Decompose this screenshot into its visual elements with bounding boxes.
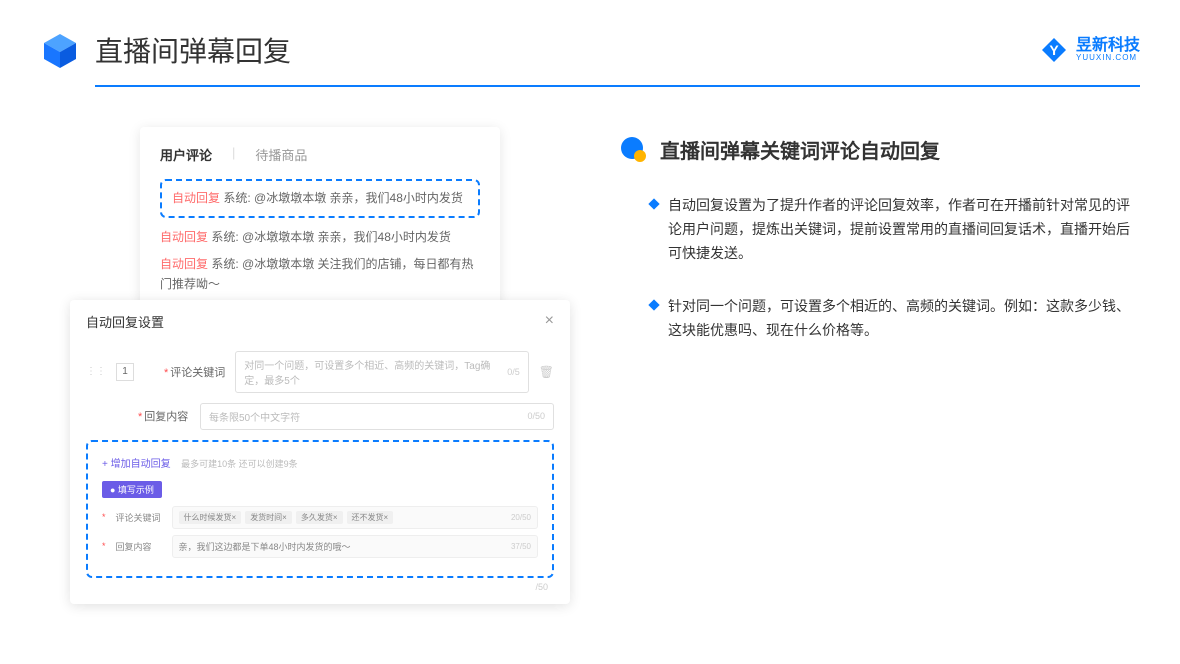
- settings-modal: 自动回复设置 × ⋮⋮ 1 *评论关键词 对同一个问题，可设置多个相近、高频的关…: [70, 300, 570, 604]
- tag-4: 还不发货×: [347, 511, 394, 524]
- svg-text:Y: Y: [1049, 42, 1059, 58]
- ex-reply-counter: 37/50: [511, 542, 531, 551]
- reply-counter: 0/50: [527, 411, 545, 421]
- ex-reply-text: 亲，我们这边都是下单48小时内发货的哦～: [179, 540, 351, 553]
- bullet-2-text: 针对同一个问题，可设置多个相近的、高频的关键词。例如：这款多少钱、这块能优惠吗、…: [668, 295, 1140, 343]
- chat-bubble-icon: [620, 136, 648, 164]
- reply-label: *回复内容: [138, 408, 190, 424]
- reply-row: *回复内容 每条限50个中文字符 0/50: [86, 403, 554, 430]
- content-area: 用户评论 | 待播商品 自动回复 系统: @冰墩墩本墩 亲亲，我们48小时内发货…: [0, 87, 1180, 604]
- ex-reply-label: 回复内容: [116, 540, 164, 553]
- keyword-label: *评论关键词: [164, 364, 225, 380]
- ex-keyword-label: 评论关键词: [116, 511, 164, 524]
- keyword-row: ⋮⋮ 1 *评论关键词 对同一个问题，可设置多个相近、高频的关键词，Tag确定，…: [86, 351, 554, 393]
- page-title: 直播间弹幕回复: [95, 30, 291, 70]
- example-keyword-row: * 评论关键词 什么时候发货× 发货时间× 多久发货× 还不发货× 20/50: [102, 506, 538, 529]
- auto-reply-tag: 自动回复: [172, 191, 220, 205]
- ex-keyword-counter: 20/50: [511, 513, 531, 522]
- section-title: 直播间弹幕关键词评论自动回复: [660, 135, 940, 164]
- diamond-icon: [648, 198, 659, 209]
- reply-input[interactable]: 每条限50个中文字符 0/50: [200, 403, 554, 430]
- outer-counter: /50: [86, 578, 554, 592]
- tag-3: 多久发货×: [296, 511, 343, 524]
- keyword-input[interactable]: 对同一个问题，可设置多个相近、高频的关键词，Tag确定，最多5个 0/5: [235, 351, 528, 393]
- comment-3: 自动回复 系统: @冰墩墩本墩 关注我们的店铺，每日都有热门推荐呦～: [160, 255, 480, 293]
- tab-pending-goods[interactable]: 待播商品: [255, 145, 307, 164]
- drag-handle-icon[interactable]: ⋮⋮: [86, 366, 106, 377]
- tab-separator: |: [232, 145, 235, 164]
- section-head: 直播间弹幕关键词评论自动回复: [620, 135, 1140, 164]
- page-header: 直播间弹幕回复 Y 昱新科技 YUUXIN.COM: [0, 0, 1180, 80]
- bullet-2: 针对同一个问题，可设置多个相近的、高频的关键词。例如：这款多少钱、这块能优惠吗、…: [620, 295, 1140, 343]
- close-icon[interactable]: ×: [545, 312, 554, 330]
- example-badge: ● 填写示例: [102, 481, 162, 498]
- brand-logo: Y 昱新科技 YUUXIN.COM: [1040, 36, 1140, 64]
- add-hint: 最多可建10条 还可以创建9条: [181, 459, 298, 469]
- highlighted-comment: 自动回复 系统: @冰墩墩本墩 亲亲，我们48小时内发货: [160, 179, 480, 218]
- description-column: 直播间弹幕关键词评论自动回复 自动回复设置为了提升作者的评论回复效率，作者可在开…: [620, 127, 1140, 604]
- header-left: 直播间弹幕回复: [40, 30, 291, 70]
- comment-1-text: 系统: @冰墩墩本墩 亲亲，我们48小时内发货: [220, 191, 463, 205]
- diamond-icon: [648, 300, 659, 311]
- brand-name-en: YUUXIN.COM: [1076, 54, 1140, 62]
- modal-header: 自动回复设置 ×: [86, 312, 554, 333]
- delete-icon[interactable]: 🗑: [539, 365, 554, 379]
- brand-text: 昱新科技 YUUXIN.COM: [1076, 38, 1140, 62]
- index-badge: 1: [116, 363, 134, 381]
- brand-name-cn: 昱新科技: [1076, 38, 1140, 54]
- tag-2: 发货时间×: [245, 511, 292, 524]
- comments-card: 用户评论 | 待播商品 自动回复 系统: @冰墩墩本墩 亲亲，我们48小时内发货…: [140, 127, 500, 320]
- reply-placeholder: 每条限50个中文字符: [209, 409, 300, 424]
- keyword-placeholder: 对同一个问题，可设置多个相近、高频的关键词，Tag确定，最多5个: [244, 357, 507, 387]
- add-auto-reply-link[interactable]: + 增加自动回复: [102, 455, 171, 470]
- add-row: + 增加自动回复 最多可建10条 还可以创建9条: [102, 454, 538, 480]
- screenshot-column: 用户评论 | 待播商品 自动回复 系统: @冰墩墩本墩 亲亲，我们48小时内发货…: [70, 127, 570, 604]
- modal-title: 自动回复设置: [86, 312, 164, 331]
- example-section: + 增加自动回复 最多可建10条 还可以创建9条 ● 填写示例 * 评论关键词 …: [86, 440, 554, 578]
- example-reply-row: * 回复内容 亲，我们这边都是下单48小时内发货的哦～ 37/50: [102, 535, 538, 558]
- comment-2-text: 系统: @冰墩墩本墩 亲亲，我们48小时内发货: [208, 230, 451, 244]
- bullet-1: 自动回复设置为了提升作者的评论回复效率，作者可在开播前针对常见的评论用户问题，提…: [620, 194, 1140, 265]
- comment-1: 自动回复 系统: @冰墩墩本墩 亲亲，我们48小时内发货: [172, 189, 468, 208]
- ex-keyword-tags: 什么时候发货× 发货时间× 多久发货× 还不发货× 20/50: [172, 506, 538, 529]
- comment-2: 自动回复 系统: @冰墩墩本墩 亲亲，我们48小时内发货: [160, 228, 480, 247]
- tab-user-comments[interactable]: 用户评论: [160, 145, 212, 164]
- keyword-counter: 0/5: [507, 367, 520, 377]
- ex-reply-box: 亲，我们这边都是下单48小时内发货的哦～ 37/50: [172, 535, 538, 558]
- auto-reply-tag: 自动回复: [160, 257, 208, 271]
- tabs-row: 用户评论 | 待播商品: [160, 145, 480, 164]
- tag-1: 什么时候发货×: [179, 511, 242, 524]
- cube-icon: [40, 30, 80, 70]
- auto-reply-tag: 自动回复: [160, 230, 208, 244]
- bullet-1-text: 自动回复设置为了提升作者的评论回复效率，作者可在开播前针对常见的评论用户问题，提…: [668, 194, 1140, 265]
- comment-3-text: 系统: @冰墩墩本墩 关注我们的店铺，每日都有热门推荐呦～: [160, 257, 474, 290]
